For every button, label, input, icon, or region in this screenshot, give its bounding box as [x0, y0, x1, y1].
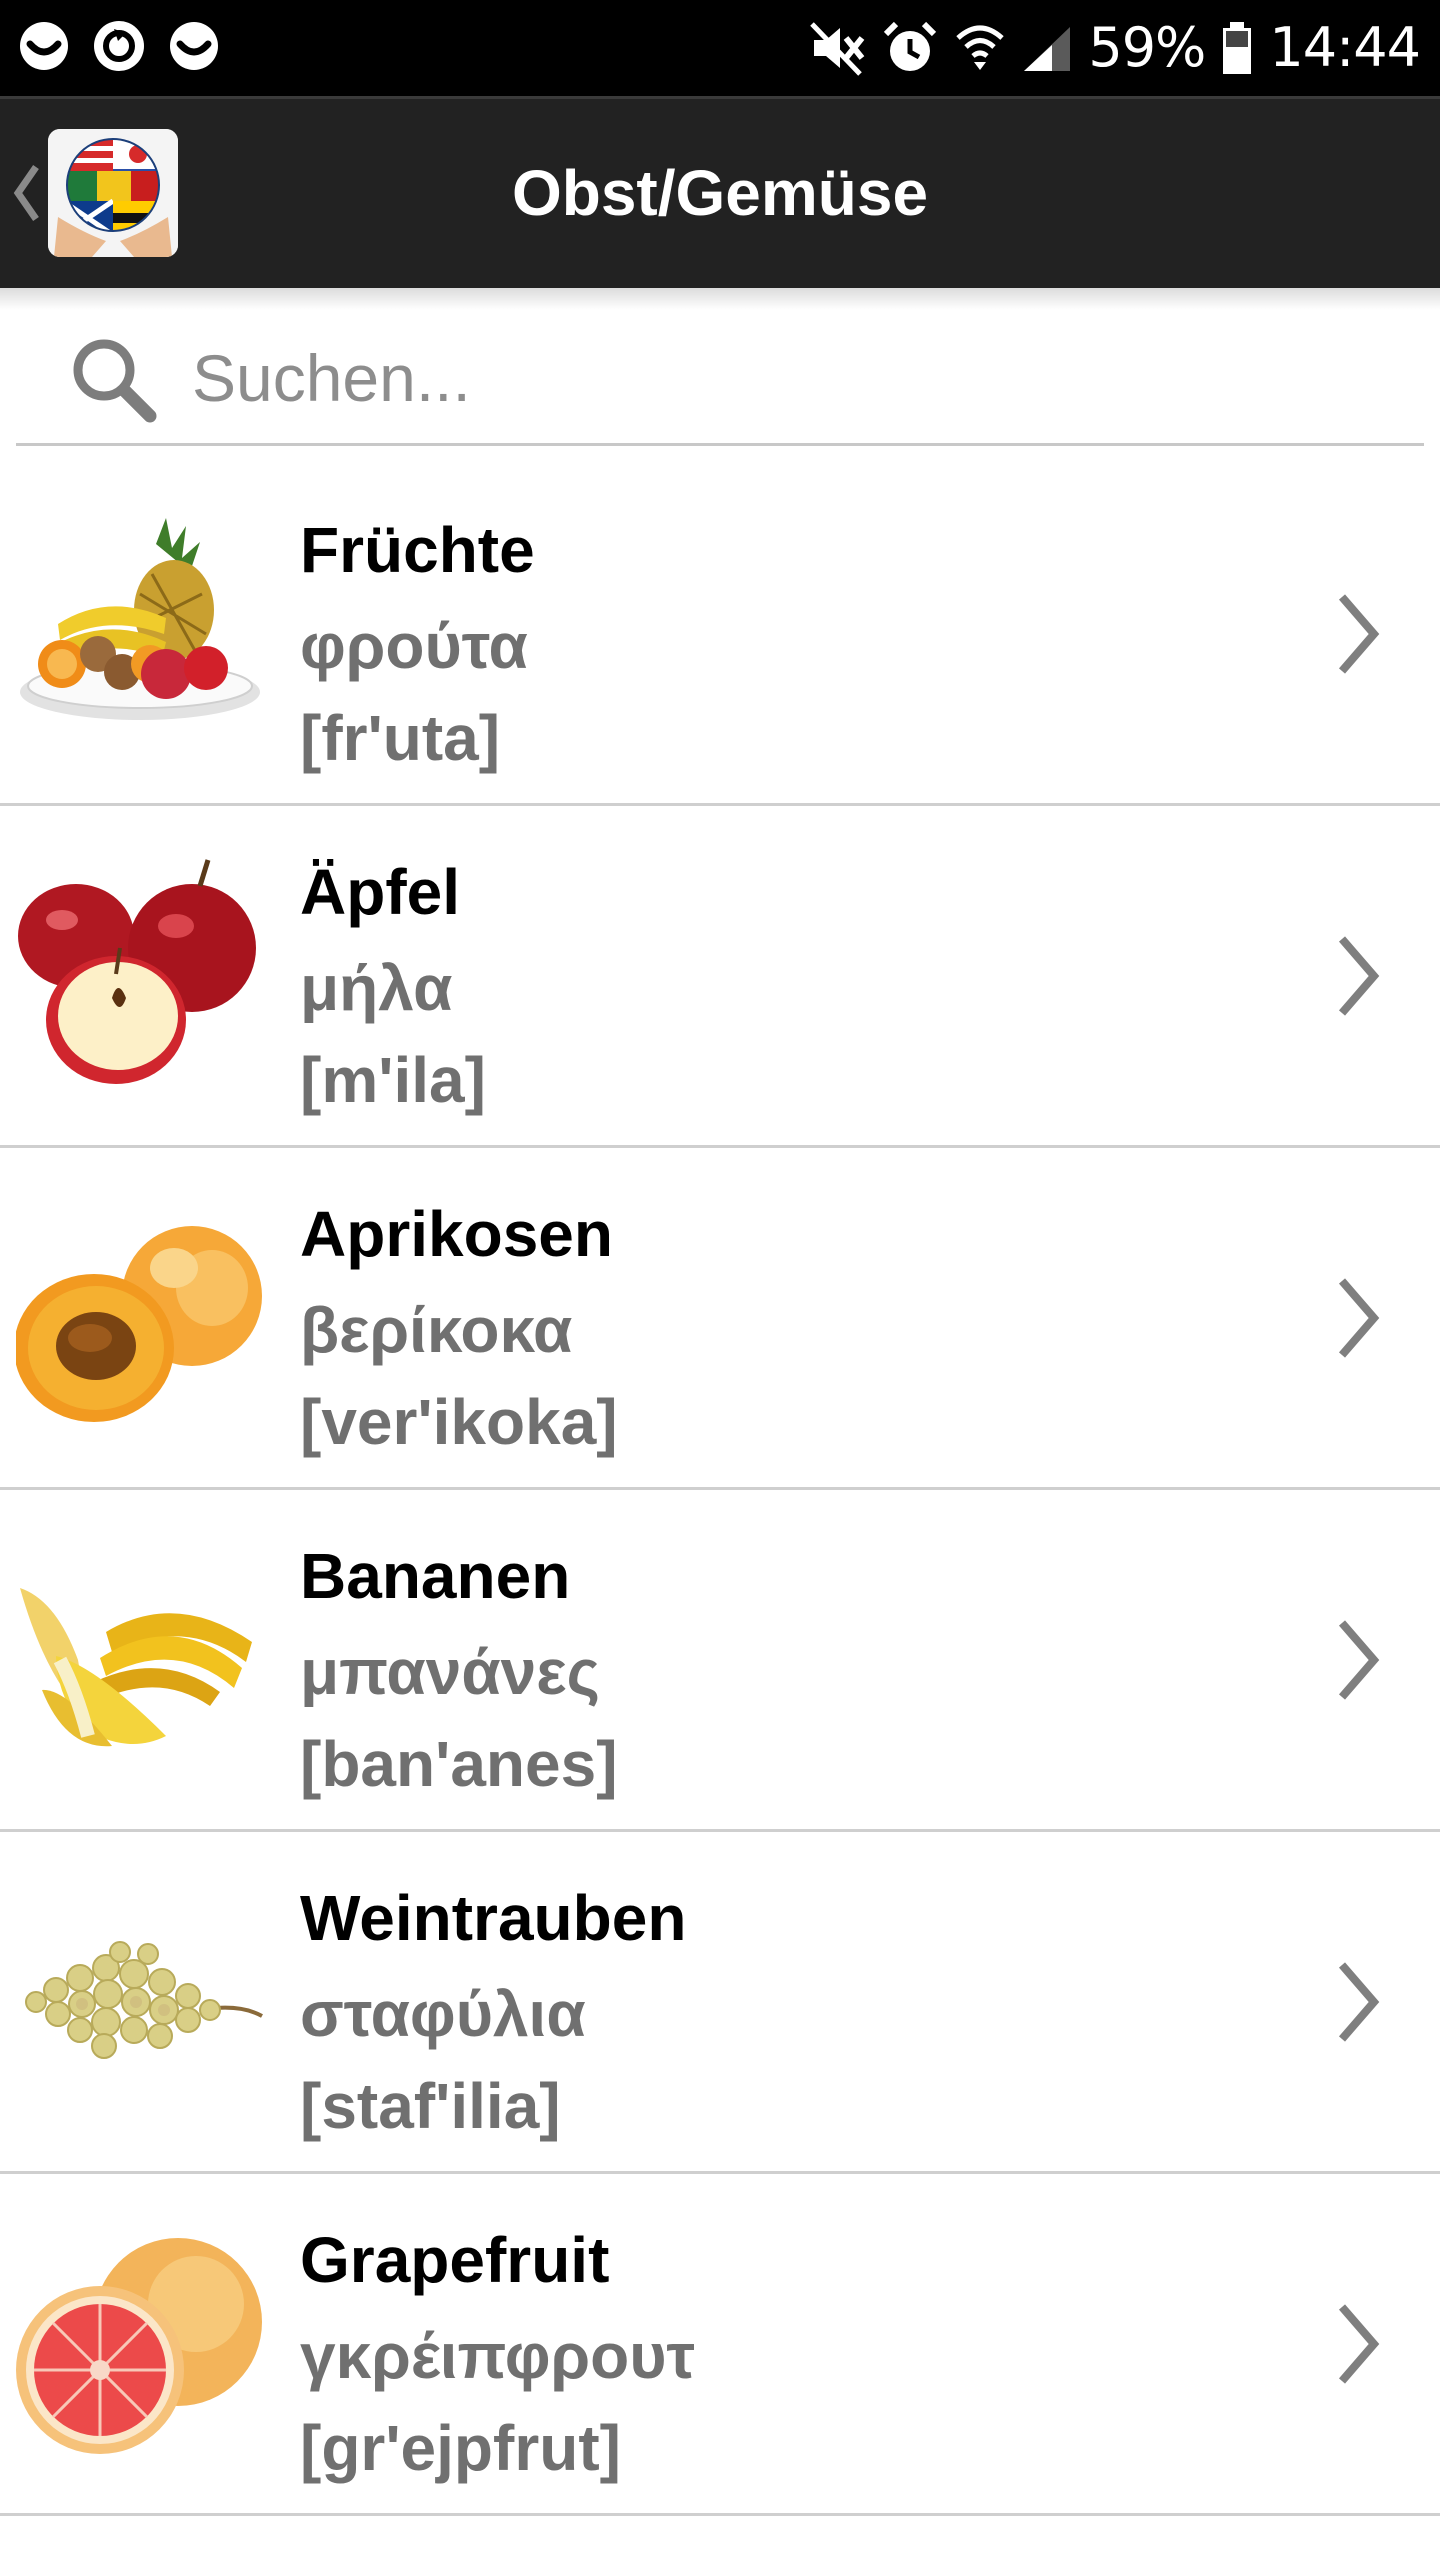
german-word: Äpfel: [300, 856, 460, 928]
chevron-right-icon: [1334, 2299, 1384, 2394]
item-texts: Bananen μπανάνες [ban'anes]: [300, 1526, 618, 1810]
search-field[interactable]: [16, 322, 1424, 446]
signal-icon: [1022, 23, 1072, 73]
greek-word: γκρέιπφρουτ: [300, 2320, 696, 2392]
phonetic-transcription: [staf'ilia]: [300, 2070, 561, 2142]
german-word: Weintrauben: [300, 1882, 687, 1954]
list-item[interactable]: Aprikosen βερίκοκα [ver'ikoka]: [0, 1148, 1440, 1490]
clock: 14:44: [1269, 16, 1421, 79]
vocabulary-list: Früchte φρούτα [fr'uta] Äpfel μήλα [m'il…: [0, 464, 1440, 2516]
item-texts: Weintrauben σταφύλια [staf'ilia]: [300, 1868, 686, 2152]
sync-icon: [92, 19, 146, 78]
list-item[interactable]: Früchte φρούτα [fr'uta]: [0, 464, 1440, 806]
bananas-icon: [16, 1540, 264, 1780]
chevron-right-icon: [1334, 589, 1384, 684]
status-left-icons: [18, 18, 220, 78]
german-word: Bananen: [300, 1540, 571, 1612]
grapefruit-icon: [16, 2224, 264, 2464]
app-bar: Obst/Gemüse: [0, 96, 1440, 288]
phonetic-transcription: [ban'anes]: [300, 1728, 618, 1800]
wifi-icon: [954, 20, 1006, 76]
battery-icon: [1221, 20, 1253, 76]
app-bar-shadow: [0, 288, 1440, 310]
list-item[interactable]: Bananen μπανάνες [ban'anes]: [0, 1490, 1440, 1832]
status-bar: 59% 14:44: [0, 0, 1440, 96]
item-texts: Aprikosen βερίκοκα [ver'ikoka]: [300, 1184, 618, 1468]
chevron-right-icon: [1334, 1615, 1384, 1710]
phonetic-transcription: [m'ila]: [300, 1044, 486, 1116]
greek-word: μήλα: [300, 952, 453, 1024]
globe-flags-logo-icon[interactable]: [48, 129, 178, 257]
fruit-plate-icon: [16, 514, 264, 754]
face-icon: [168, 20, 220, 77]
greek-word: φρούτα: [300, 610, 528, 682]
item-texts: Äpfel μήλα [m'ila]: [300, 842, 486, 1126]
apricots-icon: [16, 1198, 264, 1438]
phonetic-transcription: [fr'uta]: [300, 702, 501, 774]
page-title: Obst/Gemüse: [511, 157, 929, 229]
german-word: Früchte: [300, 514, 535, 586]
greek-word: βερίκοκα: [300, 1294, 573, 1366]
chevron-right-icon: [1334, 1273, 1384, 1368]
battery-percent: 59%: [1088, 16, 1206, 79]
phonetic-transcription: [ver'ikoka]: [300, 1386, 618, 1458]
german-word: Aprikosen: [300, 1198, 613, 1270]
search-area: [0, 288, 1440, 464]
chevron-right-icon: [1334, 931, 1384, 1026]
apples-icon: [16, 856, 264, 1096]
alarm-icon: [882, 20, 938, 76]
search-input[interactable]: [192, 328, 1392, 428]
grapes-icon: [16, 1882, 264, 2122]
greek-word: μπανάνες: [300, 1636, 600, 1708]
item-texts: Früchte φρούτα [fr'uta]: [300, 500, 535, 784]
mute-icon: [810, 20, 866, 76]
search-icon: [66, 332, 162, 433]
item-texts: Grapefruit γκρέιπφρουτ [gr'ejpfrut]: [300, 2210, 695, 2494]
face-icon: [18, 20, 70, 77]
phonetic-transcription: [gr'ejpfrut]: [300, 2412, 621, 2484]
greek-word: σταφύλια: [300, 1978, 586, 2050]
chevron-right-icon: [1334, 1957, 1384, 2052]
list-item[interactable]: Grapefruit γκρέιπφρουτ [gr'ejpfrut]: [0, 2174, 1440, 2516]
german-word: Grapefruit: [300, 2224, 610, 2296]
list-item[interactable]: Äpfel μήλα [m'ila]: [0, 806, 1440, 1148]
list-item[interactable]: Weintrauben σταφύλια [staf'ilia]: [0, 1832, 1440, 2174]
status-right-icons: 59% 14:44: [810, 14, 1421, 82]
chevron-left-icon[interactable]: [12, 163, 42, 228]
